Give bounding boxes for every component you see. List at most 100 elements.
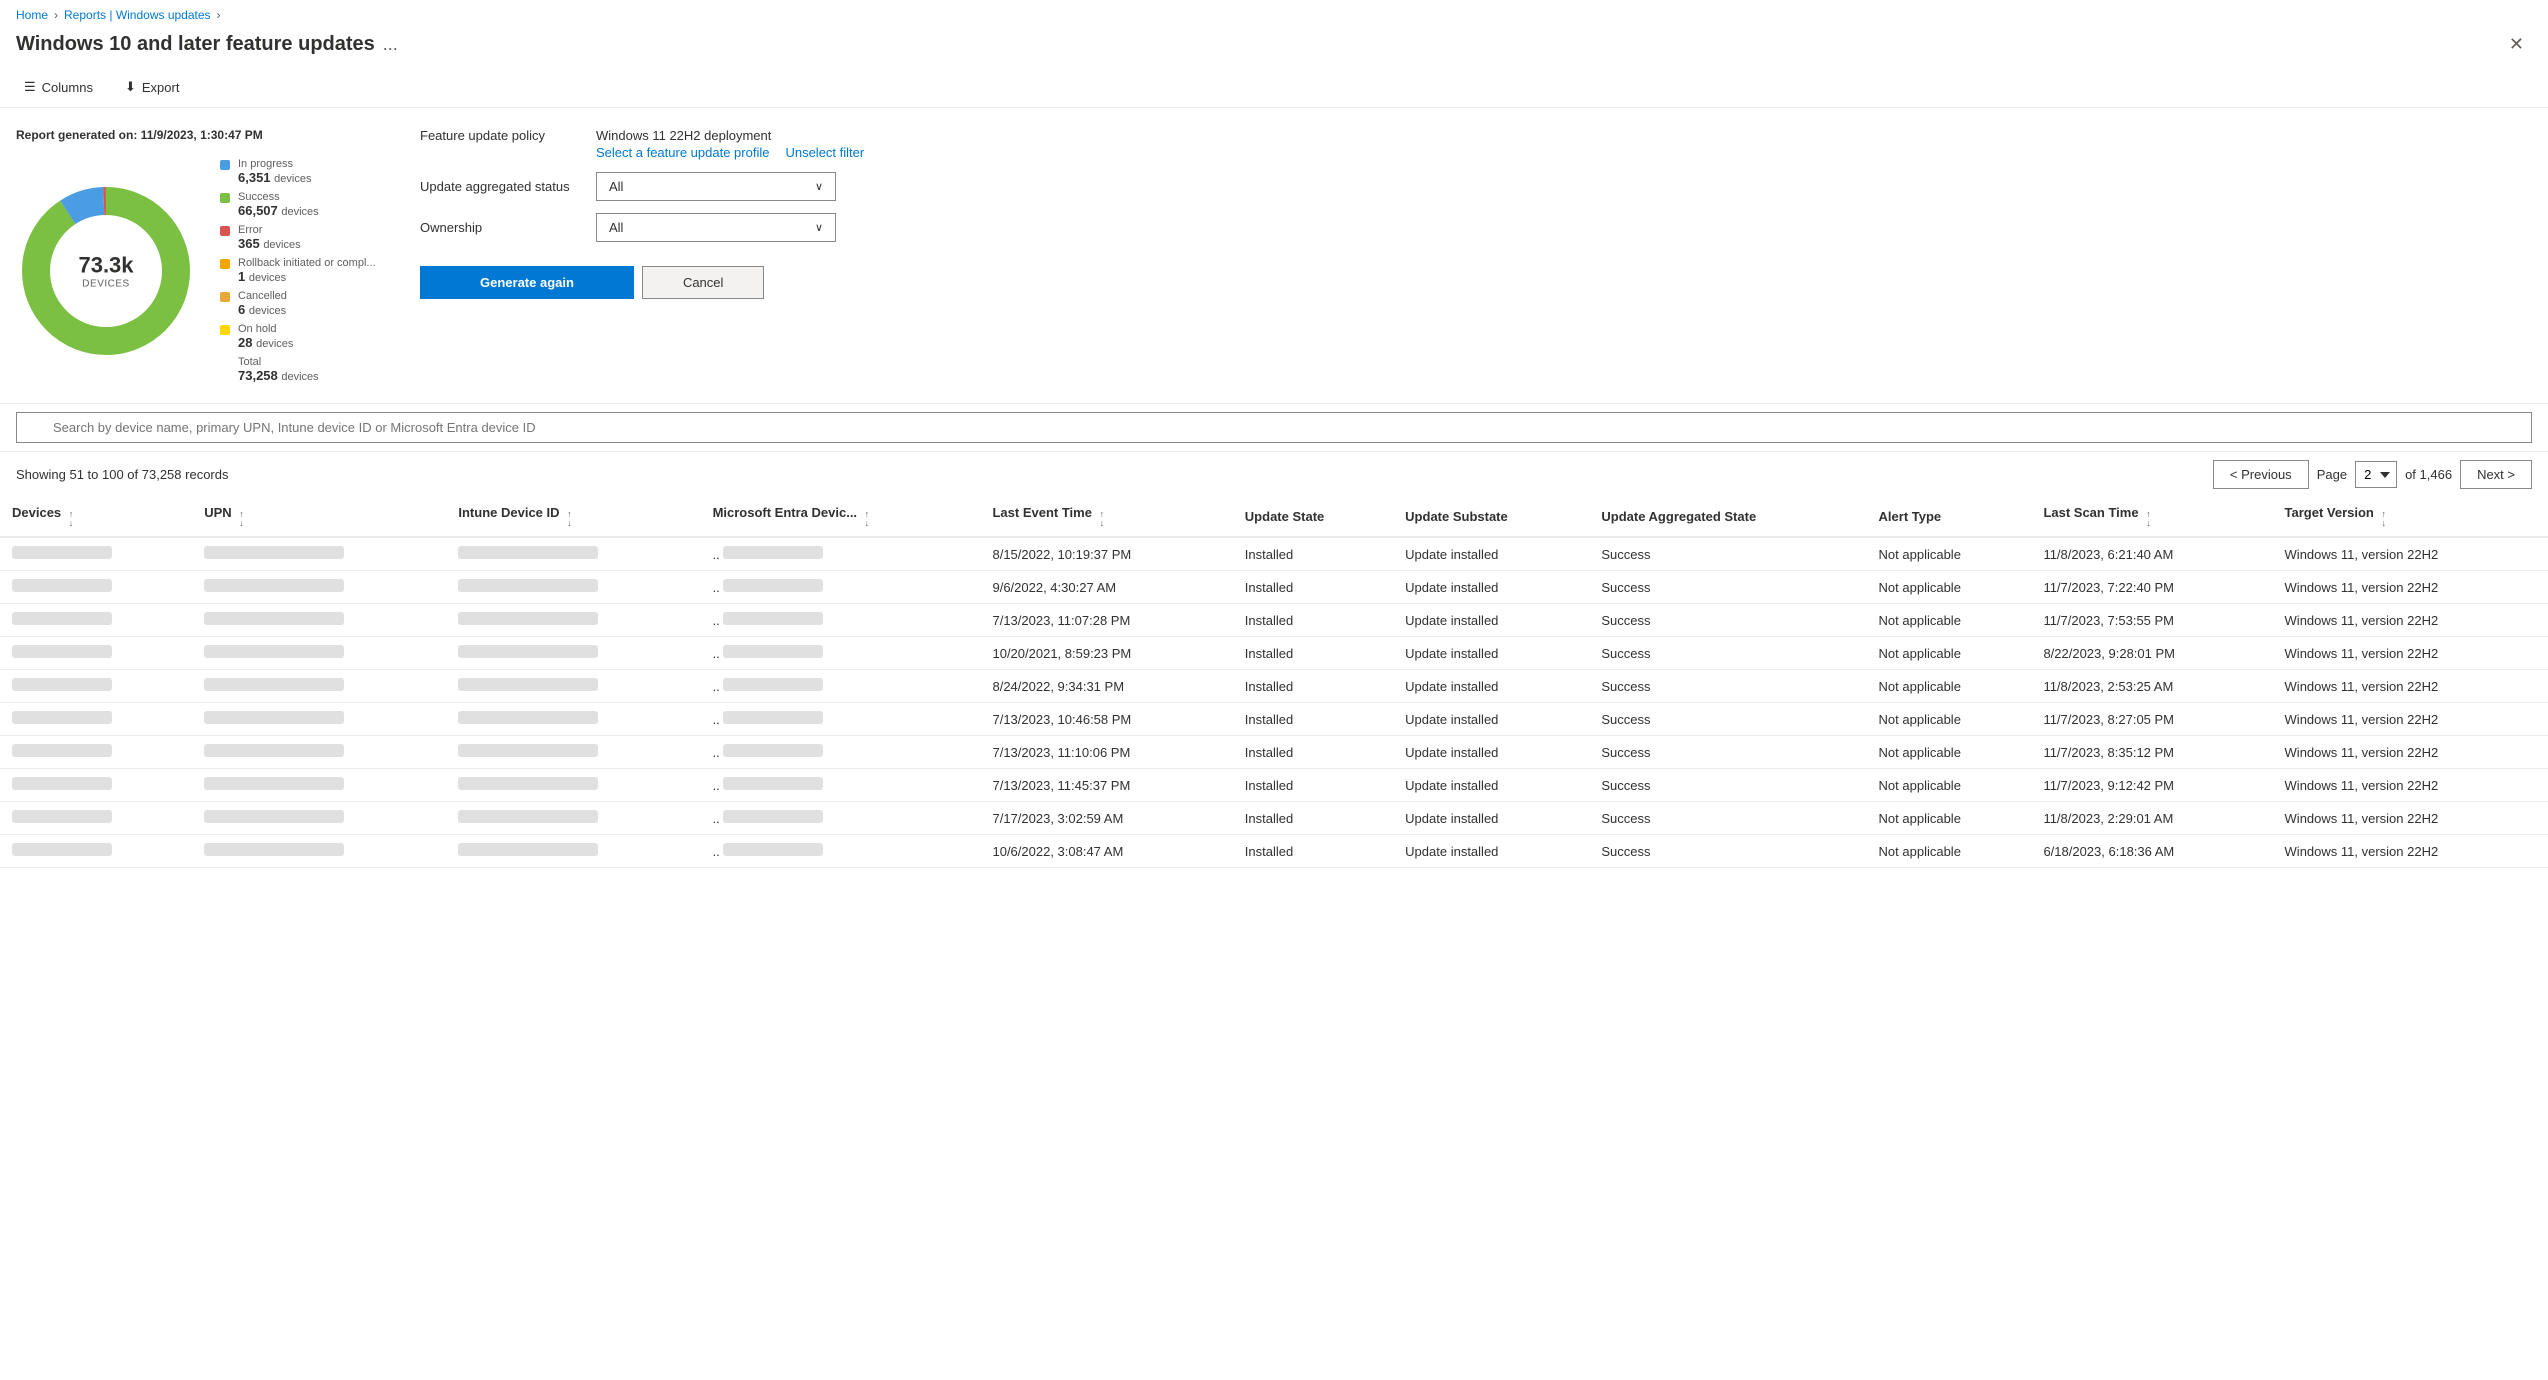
- col-aggregated-state[interactable]: Update Aggregated State: [1589, 497, 1866, 537]
- cell-target-version: Windows 11, version 22H2: [2273, 703, 2548, 736]
- col-last-scan[interactable]: Last Scan Time ↑↓: [2031, 497, 2272, 537]
- cell-upn: [192, 703, 446, 736]
- columns-icon: ☰: [24, 79, 36, 95]
- cell-device: [0, 604, 192, 637]
- search-input[interactable]: [16, 412, 2532, 443]
- table-row[interactable]: .. 8/24/2022, 9:34:31 PM Installed Updat…: [0, 670, 2548, 703]
- legend-dot-onhold: [220, 325, 230, 335]
- cell-update-state: Installed: [1233, 736, 1393, 769]
- breadcrumb-home[interactable]: Home: [16, 8, 48, 22]
- toolbar: ☰ Columns ⬇ Export: [0, 67, 2548, 108]
- legend-name-rollback: Rollback initiated or compl...: [238, 257, 376, 269]
- cell-intune-id: [446, 835, 700, 868]
- cell-entra-id: ..: [701, 571, 981, 604]
- legend-count-rollback: 1 devices: [238, 269, 376, 284]
- table-row[interactable]: .. 7/13/2023, 11:10:06 PM Installed Upda…: [0, 736, 2548, 769]
- cell-update-substate: Update installed: [1393, 835, 1589, 868]
- table-row[interactable]: .. 10/6/2022, 3:08:47 AM Installed Updat…: [0, 835, 2548, 868]
- filter-ownership-select[interactable]: All ∨: [596, 213, 836, 242]
- table-row[interactable]: .. 10/20/2021, 8:59:23 PM Installed Upda…: [0, 637, 2548, 670]
- cell-update-state: Installed: [1233, 670, 1393, 703]
- cell-intune-id: [446, 670, 700, 703]
- legend-dot-inprogress: [220, 160, 230, 170]
- donut-number: 73.3k: [78, 252, 133, 278]
- col-target-version[interactable]: Target Version ↑↓: [2273, 497, 2548, 537]
- table-row[interactable]: .. 9/6/2022, 4:30:27 AM Installed Update…: [0, 571, 2548, 604]
- generate-again-button[interactable]: Generate again: [420, 266, 634, 299]
- page-select[interactable]: 2: [2355, 461, 2397, 488]
- cell-intune-id: [446, 703, 700, 736]
- table-row[interactable]: .. 8/15/2022, 10:19:37 PM Installed Upda…: [0, 537, 2548, 571]
- unselect-filter-link[interactable]: Unselect filter: [785, 145, 864, 160]
- col-entra-id[interactable]: Microsoft Entra Devic... ↑↓: [701, 497, 981, 537]
- col-devices[interactable]: Devices ↑↓: [0, 497, 192, 537]
- col-upn[interactable]: UPN ↑↓: [192, 497, 446, 537]
- export-button[interactable]: ⬇ Export: [117, 75, 187, 99]
- cell-upn: [192, 637, 446, 670]
- cell-target-version: Windows 11, version 22H2: [2273, 537, 2548, 571]
- col-update-substate[interactable]: Update Substate: [1393, 497, 1589, 537]
- cell-device: [0, 769, 192, 802]
- cell-aggregated-state: Success: [1589, 637, 1866, 670]
- cell-update-state: Installed: [1233, 604, 1393, 637]
- report-generated: Report generated on: 11/9/2023, 1:30:47 …: [16, 128, 380, 142]
- data-table: Devices ↑↓ UPN ↑↓ Intune Device ID ↑↓ Mi…: [0, 497, 2548, 868]
- cell-device: [0, 736, 192, 769]
- table-row[interactable]: .. 7/17/2023, 3:02:59 AM Installed Updat…: [0, 802, 2548, 835]
- report-panel: Report generated on: 11/9/2023, 1:30:47 …: [0, 108, 2548, 403]
- cell-entra-id: ..: [701, 736, 981, 769]
- legend-item-cancelled: Cancelled 6 devices: [220, 290, 380, 317]
- select-profile-link[interactable]: Select a feature update profile: [596, 145, 769, 160]
- legend-name-success: Success: [238, 191, 319, 203]
- cell-last-scan: 6/18/2023, 6:18:36 AM: [2031, 835, 2272, 868]
- legend-name-cancelled: Cancelled: [238, 290, 287, 302]
- columns-button[interactable]: ☰ Columns: [16, 75, 101, 99]
- col-intune-id[interactable]: Intune Device ID ↑↓: [446, 497, 700, 537]
- table-row[interactable]: .. 7/13/2023, 11:45:37 PM Installed Upda…: [0, 769, 2548, 802]
- cell-last-scan: 11/7/2023, 7:53:55 PM: [2031, 604, 2272, 637]
- col-alert-type[interactable]: Alert Type: [1867, 497, 2032, 537]
- cell-aggregated-state: Success: [1589, 670, 1866, 703]
- cell-target-version: Windows 11, version 22H2: [2273, 769, 2548, 802]
- cell-alert-type: Not applicable: [1867, 637, 2032, 670]
- cell-last-event: 9/6/2022, 4:30:27 AM: [980, 571, 1232, 604]
- cell-aggregated-state: Success: [1589, 835, 1866, 868]
- filter-aggregated-label: Update aggregated status: [420, 179, 580, 194]
- cell-alert-type: Not applicable: [1867, 703, 2032, 736]
- cell-last-scan: 8/22/2023, 9:28:01 PM: [2031, 637, 2272, 670]
- cell-upn: [192, 670, 446, 703]
- cancel-button[interactable]: Cancel: [642, 266, 764, 299]
- filter-aggregated-select[interactable]: All ∨: [596, 172, 836, 201]
- cell-alert-type: Not applicable: [1867, 571, 2032, 604]
- legend-count-inprogress: 6,351 devices: [238, 170, 311, 185]
- columns-label: Columns: [42, 80, 93, 95]
- more-options-icon[interactable]: ...: [383, 34, 398, 55]
- page-label: Page: [2317, 467, 2347, 482]
- cell-last-event: 10/20/2021, 8:59:23 PM: [980, 637, 1232, 670]
- search-container: 🔍: [16, 412, 2532, 443]
- legend-name-total: Total: [238, 356, 319, 368]
- cell-entra-id: ..: [701, 802, 981, 835]
- table-row[interactable]: .. 7/13/2023, 11:07:28 PM Installed Upda…: [0, 604, 2548, 637]
- cell-intune-id: [446, 604, 700, 637]
- cell-upn: [192, 736, 446, 769]
- page-header: Windows 10 and later feature updates ...…: [0, 26, 2548, 67]
- cell-device: [0, 537, 192, 571]
- col-update-state[interactable]: Update State: [1233, 497, 1393, 537]
- col-last-event[interactable]: Last Event Time ↑↓: [980, 497, 1232, 537]
- cell-last-event: 7/13/2023, 10:46:58 PM: [980, 703, 1232, 736]
- previous-button[interactable]: < Previous: [2213, 460, 2309, 489]
- cell-alert-type: Not applicable: [1867, 835, 2032, 868]
- cell-update-state: Installed: [1233, 571, 1393, 604]
- page-title: Windows 10 and later feature updates: [16, 33, 375, 56]
- next-button[interactable]: Next >: [2460, 460, 2532, 489]
- close-button[interactable]: ✕: [2501, 30, 2532, 59]
- cell-aggregated-state: Success: [1589, 769, 1866, 802]
- cell-update-substate: Update installed: [1393, 637, 1589, 670]
- cell-last-scan: 11/8/2023, 2:53:25 AM: [2031, 670, 2272, 703]
- cell-last-scan: 11/7/2023, 8:35:12 PM: [2031, 736, 2272, 769]
- breadcrumb-reports[interactable]: Reports | Windows updates: [64, 8, 211, 22]
- cell-update-substate: Update installed: [1393, 670, 1589, 703]
- table-row[interactable]: .. 7/13/2023, 10:46:58 PM Installed Upda…: [0, 703, 2548, 736]
- legend-dot-total: [220, 358, 230, 368]
